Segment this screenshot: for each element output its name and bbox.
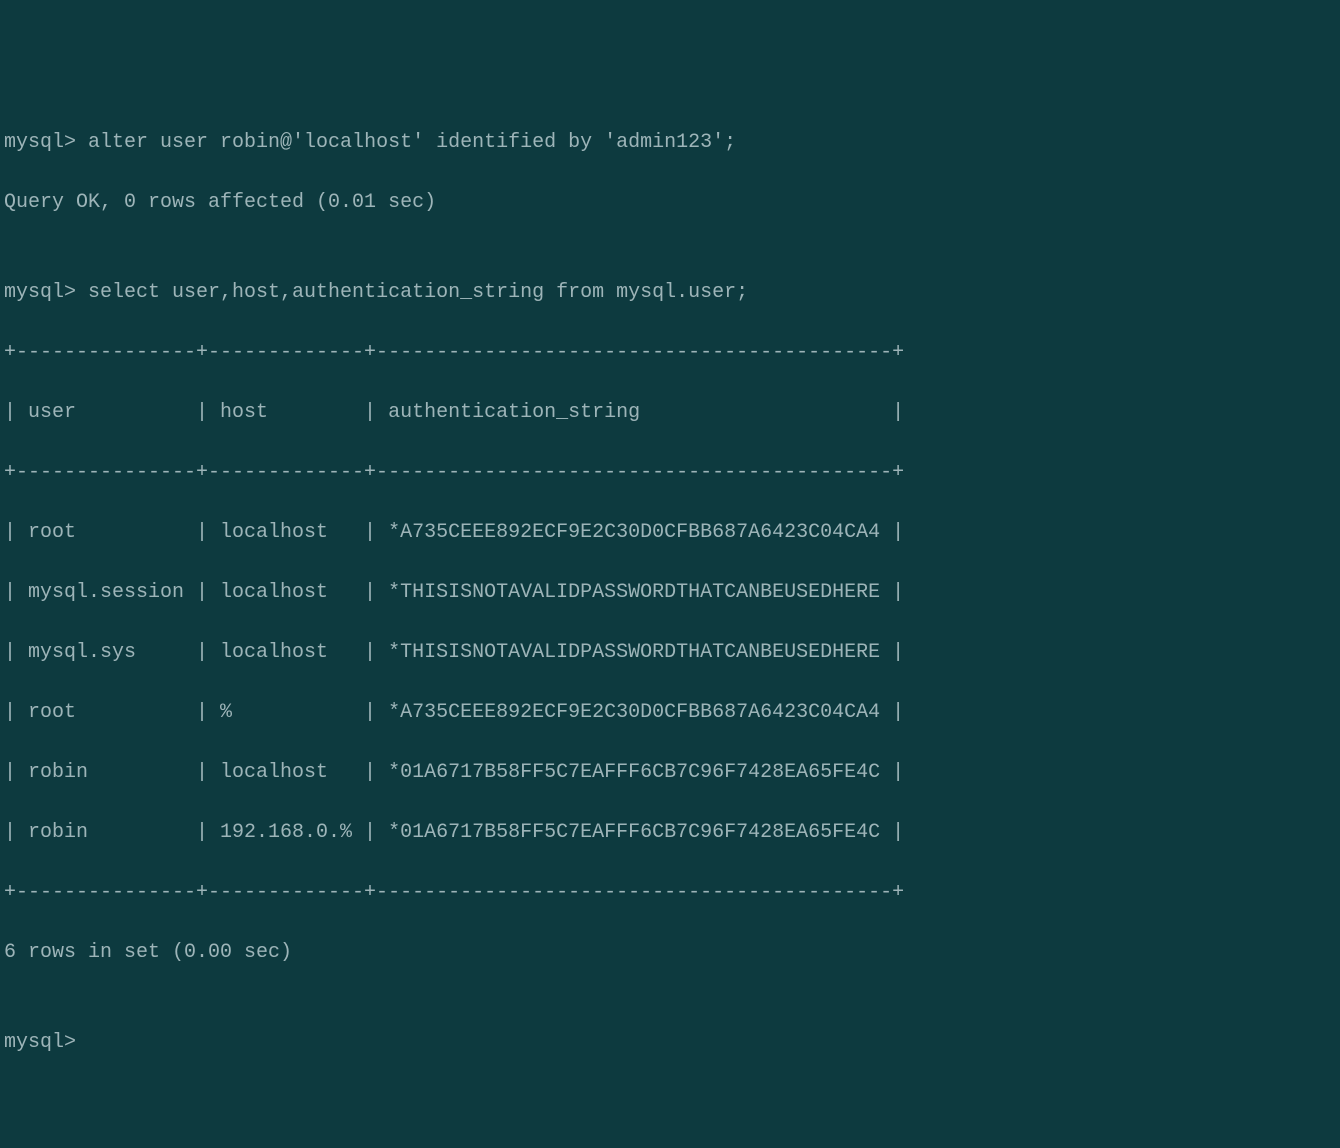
table-row: | root | % | *A735CEEE892ECF9E2C30D0CFBB… (4, 698, 1336, 728)
table-row: | robin | 192.168.0.% | *01A6717B58FF5C7… (4, 818, 1336, 848)
prompt: mysql> (4, 131, 76, 154)
table-row: | root | localhost | *A735CEEE892ECF9E2C… (4, 518, 1336, 548)
command-line-1[interactable]: mysql> alter user robin@'localhost' iden… (4, 128, 1336, 158)
command-text: select user,host,authentication_string f… (76, 281, 748, 304)
table-row: | robin | localhost | *01A6717B58FF5C7EA… (4, 758, 1336, 788)
command-line-2[interactable]: mysql> select user,host,authentication_s… (4, 278, 1336, 308)
prompt: mysql> (4, 281, 76, 304)
query-result-2: 6 rows in set (0.00 sec) (4, 938, 1336, 968)
table-border-top: +---------------+-------------+---------… (4, 338, 1336, 368)
table-row: | mysql.session | localhost | *THISISNOT… (4, 578, 1336, 608)
prompt: mysql> (4, 1031, 76, 1054)
query-result-1: Query OK, 0 rows affected (0.01 sec) (4, 188, 1336, 218)
command-line-3[interactable]: mysql> (4, 1028, 1336, 1058)
table-row: | mysql.sys | localhost | *THISISNOTAVAL… (4, 638, 1336, 668)
command-text: alter user robin@'localhost' identified … (76, 131, 736, 154)
table-border-mid: +---------------+-------------+---------… (4, 458, 1336, 488)
table-header: | user | host | authentication_string | (4, 398, 1336, 428)
table-border-bottom: +---------------+-------------+---------… (4, 878, 1336, 908)
